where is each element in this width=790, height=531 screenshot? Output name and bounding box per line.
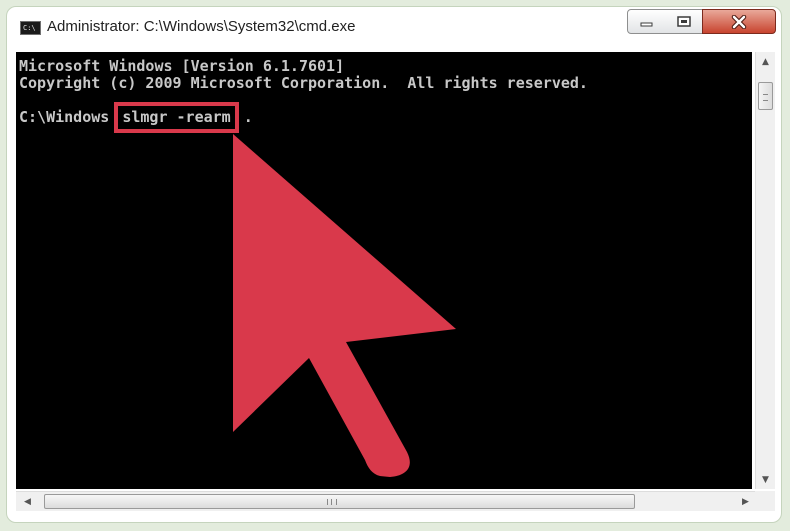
grip-icon: [763, 94, 768, 101]
vertical-scroll-thumb[interactable]: [758, 82, 773, 110]
command-highlight-box: slmgr -rearm: [114, 102, 239, 133]
horizontal-scroll-thumb[interactable]: [44, 494, 635, 509]
cmd-app-icon[interactable]: C:\: [20, 21, 41, 35]
console-command-line[interactable]: C:\Windows slmgr -rearm .: [19, 102, 253, 133]
scroll-down-icon[interactable]: ▼: [758, 472, 773, 487]
typed-command: slmgr -rearm: [122, 108, 231, 126]
scroll-left-icon[interactable]: ◀: [20, 494, 35, 509]
scroll-up-icon[interactable]: ▲: [758, 54, 773, 69]
console-line-version: Microsoft Windows [Version 6.1.7601]: [19, 57, 345, 75]
window-title: Administrator: C:\Windows\System32\cmd.e…: [47, 18, 356, 35]
vertical-scrollbar[interactable]: ▲ ▼: [755, 52, 775, 489]
grip-icon: [327, 499, 337, 505]
console-line-copyright: Copyright (c) 2009 Microsoft Corporation…: [19, 74, 588, 92]
text-cursor: .: [243, 108, 253, 126]
scrollbar-corner: [755, 491, 775, 511]
console-prompt: C:\Windows: [19, 108, 110, 126]
console-output[interactable]: Microsoft Windows [Version 6.1.7601] Cop…: [16, 52, 752, 489]
horizontal-scrollbar[interactable]: ◀ ▶: [16, 491, 755, 511]
maximize-icon: [676, 15, 691, 27]
title-bar[interactable]: C:\ Administrator: C:\Windows\System32\c…: [7, 7, 781, 47]
minimize-button[interactable]: [627, 9, 666, 34]
scroll-right-icon[interactable]: ▶: [738, 494, 753, 509]
maximize-button[interactable]: [665, 9, 703, 34]
console-client-area: Microsoft Windows [Version 6.1.7601] Cop…: [16, 52, 776, 518]
screenshot-frame: C:\ Administrator: C:\Windows\System32\c…: [6, 6, 782, 523]
close-icon: [731, 14, 747, 29]
close-button[interactable]: [702, 9, 776, 34]
minimize-icon: [640, 22, 652, 26]
